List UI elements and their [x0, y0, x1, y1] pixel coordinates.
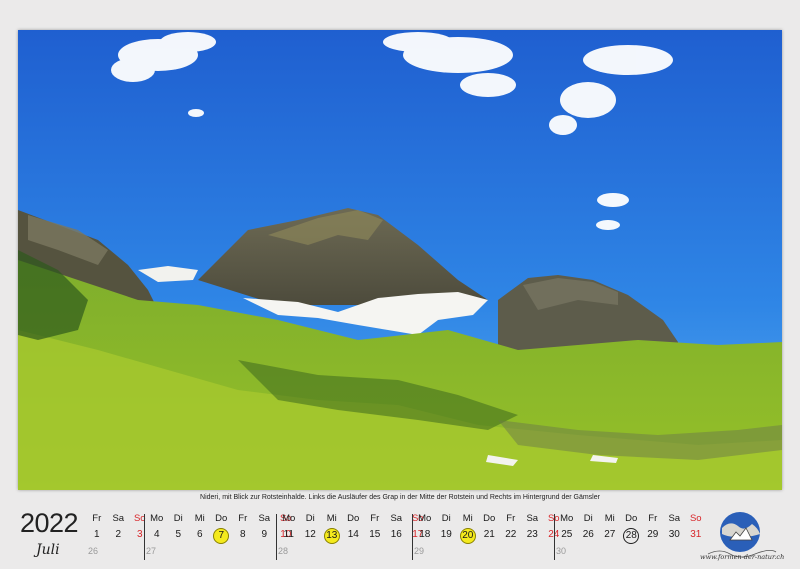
highlighted-day: 28: [623, 528, 640, 544]
day-number: 4: [153, 529, 160, 540]
grid-spacer: [522, 544, 544, 558]
day-number: 6: [196, 529, 203, 540]
week-separator: [144, 514, 145, 560]
grid-spacer: [321, 544, 343, 558]
weekday-label: Sa: [390, 513, 403, 524]
weekday-label: Fr: [238, 513, 248, 524]
day-number: 23: [526, 529, 538, 540]
weekday-label: Mi: [194, 513, 205, 524]
day-number: 5: [175, 529, 182, 540]
calendar-month: Juli: [36, 542, 60, 558]
weekday-label: Fr: [648, 513, 658, 524]
weekday-label: Mi: [462, 513, 473, 524]
week-separator: [276, 514, 277, 560]
week-days: Mo 4 Di 5 Mi 6 Do 7 Fr 8 Sa 9 So 10: [146, 512, 297, 558]
day-number: 11: [283, 529, 294, 540]
grid-spacer: [364, 544, 386, 558]
grid-spacer: [189, 544, 211, 558]
grid-spacer: [664, 544, 686, 558]
weekday-label: Di: [441, 513, 451, 524]
grid-spacer: [578, 544, 600, 558]
day-number: 25: [561, 529, 573, 540]
weekday-label: Do: [625, 513, 638, 524]
weekday-label: Di: [305, 513, 315, 524]
day-number: 28: [621, 526, 643, 544]
weekday-label: Di: [173, 513, 183, 524]
day-number: 14: [347, 529, 359, 540]
grid-spacer: [457, 544, 479, 558]
day-number: 7: [211, 526, 233, 544]
weekday-label: Mo: [418, 513, 432, 524]
grid-spacer: [479, 544, 501, 558]
day-number: 22: [505, 529, 517, 540]
day-number: 20: [457, 526, 479, 544]
week-separator: [554, 514, 555, 560]
weekday-label: Do: [347, 513, 360, 524]
calendar-year: 2022: [20, 508, 79, 538]
weekday-label: Sa: [258, 513, 271, 524]
day-number: 16: [390, 529, 402, 540]
day-number: 1: [93, 529, 100, 540]
grid-spacer: [168, 544, 190, 558]
weekday-label: Mi: [326, 513, 337, 524]
grid-spacer: [343, 544, 365, 558]
day-number: 19: [440, 529, 452, 540]
day-number: 27: [604, 529, 616, 540]
week-days: Mo18Di19Mi20Do21Fr22Sa23So24: [414, 512, 565, 558]
day-number: 30: [668, 529, 680, 540]
grid-spacer: [599, 544, 621, 558]
week-days: Mo 11 Di 12 Mi 13 Do 14 Fr 15 Sa 16 So 17: [278, 512, 429, 558]
logo-url: www.formen-der-natur.ch: [700, 553, 785, 561]
day-number: 12: [304, 529, 316, 540]
grid-spacer: [500, 544, 522, 558]
day-number: 21: [483, 529, 495, 540]
grid-spacer: [211, 544, 233, 558]
weekday-label: Di: [583, 513, 593, 524]
day-number: 26: [582, 529, 594, 540]
landscape-photo: [18, 30, 782, 490]
weekday-label: Sa: [526, 513, 539, 524]
weekday-label: Do: [215, 513, 228, 524]
calendar-week-number: 26: [88, 546, 99, 556]
photo-caption: Nideri, mit Blick zur Rotsteinhalde. Lin…: [200, 494, 600, 501]
weekday-label: Mo: [560, 513, 574, 524]
grid-spacer: [436, 544, 458, 558]
weekday-label: Fr: [370, 513, 380, 524]
day-number: 8: [239, 529, 246, 540]
highlighted-day: 7: [213, 528, 230, 544]
weekday-label: Mi: [604, 513, 615, 524]
highlighted-day: 20: [459, 528, 476, 544]
grid-spacer: [300, 544, 322, 558]
grid-spacer: [254, 544, 276, 558]
weekday-label: Do: [483, 513, 496, 524]
highlighted-day: 13: [323, 528, 340, 544]
weekday-label: Fr: [506, 513, 516, 524]
calendar-week-number: 28: [278, 546, 289, 556]
grid-spacer: [232, 544, 254, 558]
weekday-label: Sa: [112, 513, 125, 524]
calendar-week-number: 27: [146, 546, 157, 556]
day-number: 2: [115, 529, 122, 540]
calendar-week-number: 29: [414, 546, 425, 556]
calendar-week-number: 30: [556, 546, 567, 556]
week-days: Mo 25 Di 26 Mi 27 Do 28 Fr 29 Sa 30 So 31: [556, 512, 707, 558]
day-number: 18: [419, 529, 431, 540]
day-number: 29: [647, 529, 659, 540]
grid-spacer: [642, 544, 664, 558]
weekday-label: Fr: [92, 513, 102, 524]
weekday-label: Sa: [668, 513, 681, 524]
grid-spacer: [108, 544, 130, 558]
week-separator: [412, 514, 413, 560]
day-number: 9: [261, 529, 268, 540]
grid-spacer: [386, 544, 408, 558]
day-number: 13: [321, 526, 343, 544]
grid-spacer: [621, 544, 643, 558]
day-number: 15: [369, 529, 381, 540]
weekday-label: Mo: [150, 513, 164, 524]
weekday-label: Mo: [282, 513, 296, 524]
